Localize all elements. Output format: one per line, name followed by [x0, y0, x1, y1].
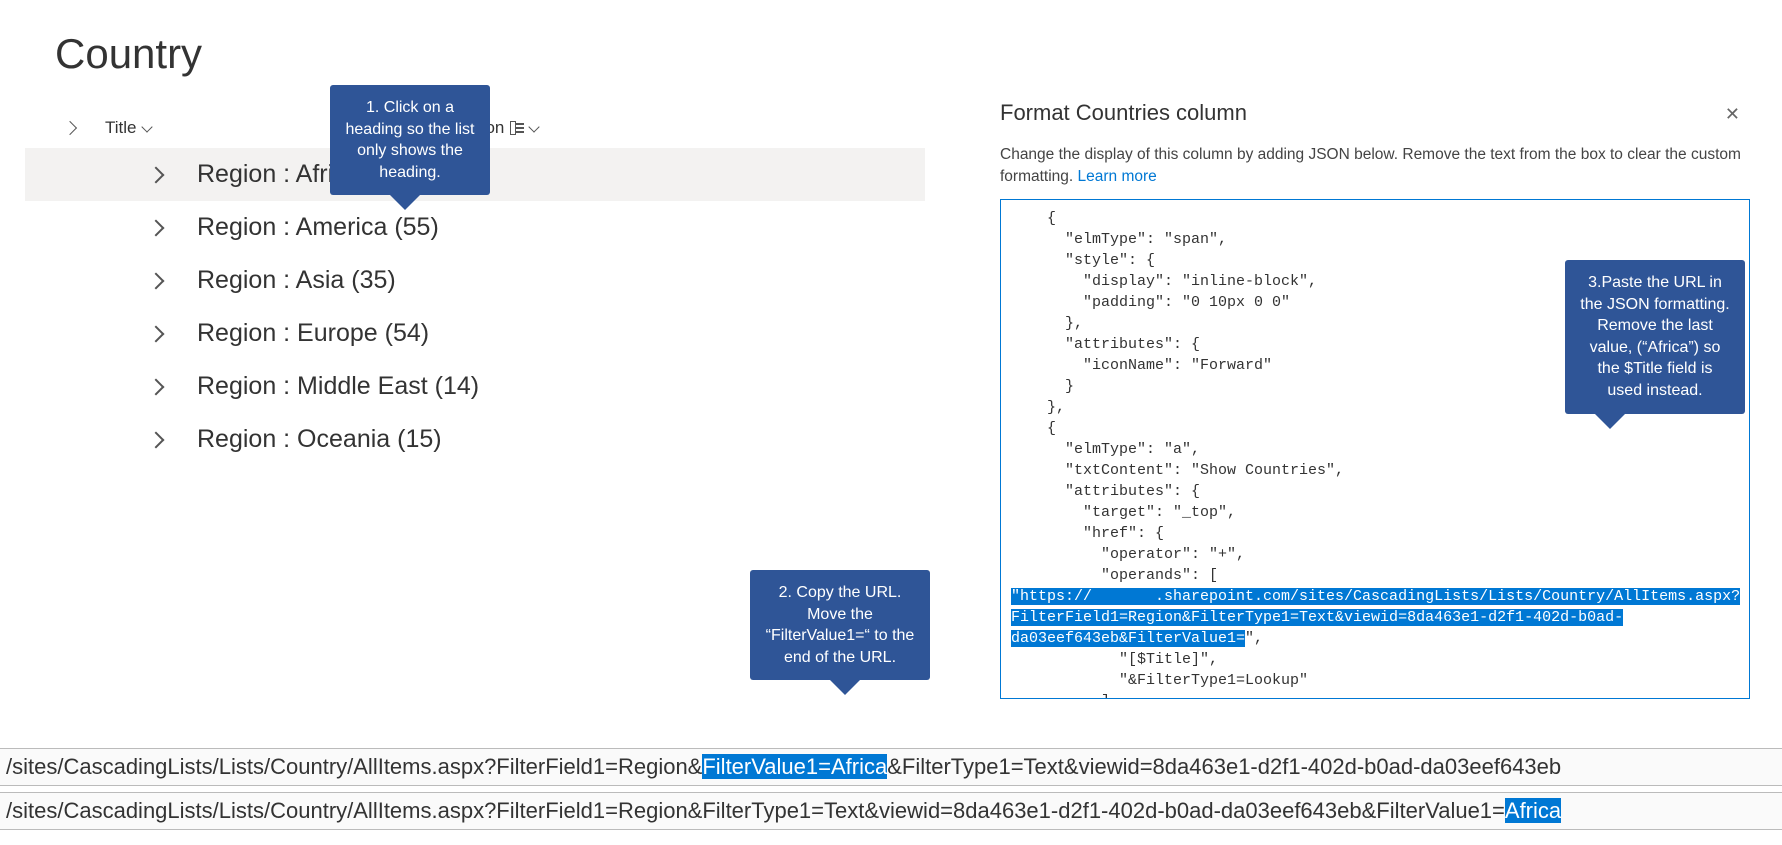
format-column-panel: Format Countries column ✕ Change the dis…: [1000, 100, 1750, 699]
chevron-right-icon: [148, 431, 165, 448]
group-label: Region : Oceania (15): [197, 425, 442, 454]
callout-step-2: 2. Copy the URL. Move the “FilterValue1=…: [750, 570, 930, 680]
chevron-right-icon: [148, 272, 165, 289]
chevron-right-icon: [148, 219, 165, 236]
group-row[interactable]: Region : Europe (54): [25, 307, 925, 360]
url-highlight: FilterValue1=Africa: [702, 754, 887, 779]
expand-all-chevron-icon[interactable]: [63, 121, 77, 135]
chevron-down-icon: [529, 121, 540, 132]
chevron-right-icon: [148, 378, 165, 395]
url-highlight: Africa: [1505, 798, 1561, 823]
group-row[interactable]: Region : Oceania (15): [25, 413, 925, 466]
group-label: Region : America (55): [197, 213, 439, 242]
group-row[interactable]: Region : America (55): [25, 201, 925, 254]
learn-more-link[interactable]: Learn more: [1078, 168, 1157, 185]
chevron-right-icon: [148, 166, 165, 183]
group-label: Region : Middle East (14): [197, 372, 479, 401]
chevron-right-icon: [148, 325, 165, 342]
panel-description: Change the display of this column by add…: [1000, 144, 1750, 187]
url-example-2: /sites/CascadingLists/Lists/Country/AllI…: [0, 792, 1782, 830]
group-label: Region : Europe (54): [197, 319, 429, 348]
highlighted-url: "https:// .sharepoint.com/sites/Cascadin…: [1011, 588, 1740, 605]
json-editor[interactable]: { "elmType": "span", "style": { "display…: [1000, 199, 1750, 699]
group-row[interactable]: Region : Middle East (14): [25, 360, 925, 413]
group-by-icon: [510, 121, 524, 133]
panel-title: Format Countries column: [1000, 100, 1750, 126]
chevron-down-icon: [141, 121, 152, 132]
page-title: Country: [55, 30, 1782, 78]
close-icon[interactable]: ✕: [1725, 104, 1740, 125]
group-row[interactable]: Region : Asia (35): [25, 254, 925, 307]
callout-step-1: 1. Click on a heading so the list only s…: [330, 85, 490, 195]
column-title[interactable]: Title: [105, 118, 151, 138]
url-example-1: /sites/CascadingLists/Lists/Country/AllI…: [0, 748, 1782, 786]
group-label: Region : Asia (35): [197, 266, 396, 295]
